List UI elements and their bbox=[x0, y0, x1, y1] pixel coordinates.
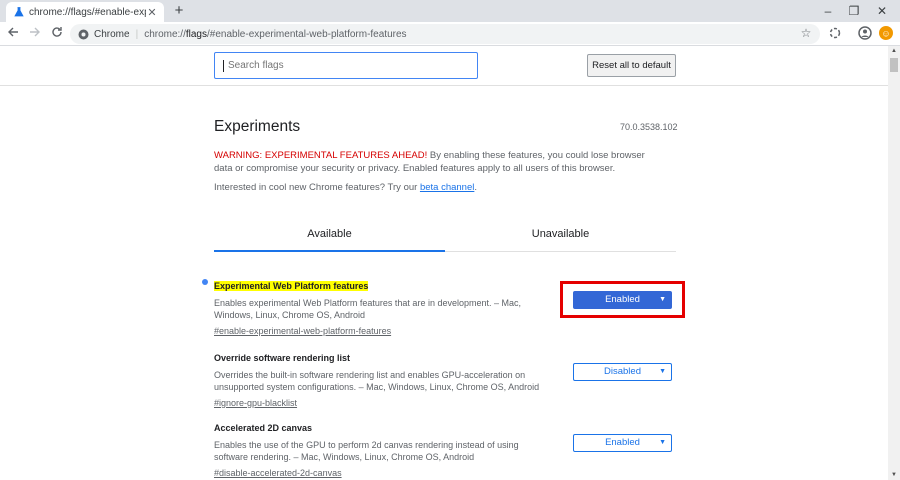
omnibox[interactable]: Chrome | chrome://flags/#enable-experime… bbox=[70, 24, 820, 44]
flask-icon bbox=[14, 7, 24, 17]
dropdown-arrow-icon: ▼ bbox=[659, 439, 666, 446]
new-tab-button[interactable]: + bbox=[170, 2, 188, 20]
omnibox-chip: Chrome bbox=[94, 28, 130, 40]
search-box[interactable] bbox=[214, 52, 478, 79]
minimize-button[interactable]: – bbox=[816, 2, 840, 20]
flag-name: Override software rendering list bbox=[214, 353, 351, 363]
search-input[interactable] bbox=[228, 60, 458, 71]
search-icon bbox=[223, 59, 224, 72]
svg-text:☺: ☺ bbox=[881, 29, 890, 39]
beta-promo-end: . bbox=[474, 182, 477, 193]
warning-text: WARNING: EXPERIMENTAL FEATURES AHEAD! By… bbox=[214, 149, 664, 175]
omnibox-separator: | bbox=[135, 28, 139, 40]
highlight-annotation-box bbox=[560, 281, 685, 318]
tab-available[interactable]: Available bbox=[214, 216, 445, 252]
info-icon[interactable] bbox=[78, 29, 89, 40]
flag-name: Experimental Web Platform features bbox=[214, 281, 369, 291]
page-scrollbar[interactable]: ▲ ▼ bbox=[888, 46, 900, 480]
toolbar: Chrome | chrome://flags/#enable-experime… bbox=[0, 22, 900, 46]
flag-state-value: Enabled bbox=[605, 437, 640, 448]
warning-heading: WARNING: EXPERIMENTAL FEATURES AHEAD! bbox=[214, 150, 428, 161]
scroll-up-icon[interactable]: ▲ bbox=[888, 46, 900, 56]
reload-icon[interactable] bbox=[48, 25, 66, 43]
modified-indicator-dot bbox=[202, 279, 208, 285]
extension-icon[interactable] bbox=[828, 26, 842, 40]
flags-tabs: Available Unavailable bbox=[214, 216, 676, 252]
flag-description: Overrides the built-in software renderin… bbox=[214, 370, 540, 392]
flag-anchor-link[interactable]: #ignore-gpu-blacklist bbox=[214, 398, 297, 408]
flag-anchor-link[interactable]: #disable-accelerated-2d-canvas bbox=[214, 468, 342, 478]
tab-strip: chrome://flags/#enable-experim ✕ + – ❐ ✕ bbox=[0, 0, 900, 22]
flag-name: Accelerated 2D canvas bbox=[214, 423, 313, 433]
close-window-button[interactable]: ✕ bbox=[870, 2, 894, 20]
omnibox-url: chrome://flags/#enable-experimental-web-… bbox=[144, 29, 406, 40]
tab-unavailable[interactable]: Unavailable bbox=[445, 216, 676, 252]
search-header: Reset all to default bbox=[0, 46, 888, 86]
scrollbar-thumb[interactable] bbox=[890, 58, 898, 72]
tab-title: chrome://flags/#enable-experim bbox=[29, 6, 146, 18]
maximize-button[interactable]: ❐ bbox=[842, 2, 866, 20]
flag-state-select[interactable]: Enabled ▼ bbox=[573, 434, 672, 452]
tab-close-icon[interactable]: ✕ bbox=[146, 6, 158, 19]
update-badge-icon[interactable]: ☺ bbox=[879, 26, 893, 40]
version-label: 70.0.3538.102 bbox=[620, 122, 678, 132]
url-rest: /#enable-experimental-web-platform-featu… bbox=[207, 28, 407, 40]
scroll-down-icon[interactable]: ▼ bbox=[888, 470, 900, 480]
dropdown-arrow-icon: ▼ bbox=[659, 368, 666, 375]
beta-promo-text: Interested in cool new Chrome features? … bbox=[214, 182, 420, 193]
reset-all-button[interactable]: Reset all to default bbox=[587, 54, 676, 77]
back-arrow-icon[interactable] bbox=[4, 25, 22, 43]
beta-promo: Interested in cool new Chrome features? … bbox=[214, 182, 477, 193]
flags-page: Reset all to default Experiments 70.0.35… bbox=[0, 46, 888, 480]
star-icon[interactable]: ☆ bbox=[798, 25, 814, 41]
beta-channel-link[interactable]: beta channel bbox=[420, 182, 474, 193]
url-prefix: chrome:// bbox=[144, 28, 186, 40]
browser-tab[interactable]: chrome://flags/#enable-experim ✕ bbox=[6, 2, 164, 22]
flag-anchor-link[interactable]: #enable-experimental-web-platform-featur… bbox=[214, 326, 391, 336]
flag-state-select[interactable]: Disabled ▼ bbox=[573, 363, 672, 381]
flag-description: Enables the use of the GPU to perform 2d… bbox=[214, 440, 519, 462]
url-host: flags bbox=[185, 28, 207, 40]
flag-state-value: Disabled bbox=[604, 366, 641, 377]
flag-description: Enables experimental Web Platform featur… bbox=[214, 298, 521, 320]
forward-arrow-icon[interactable] bbox=[26, 25, 44, 43]
page-title: Experiments bbox=[214, 118, 301, 135]
profile-icon[interactable] bbox=[858, 26, 872, 40]
